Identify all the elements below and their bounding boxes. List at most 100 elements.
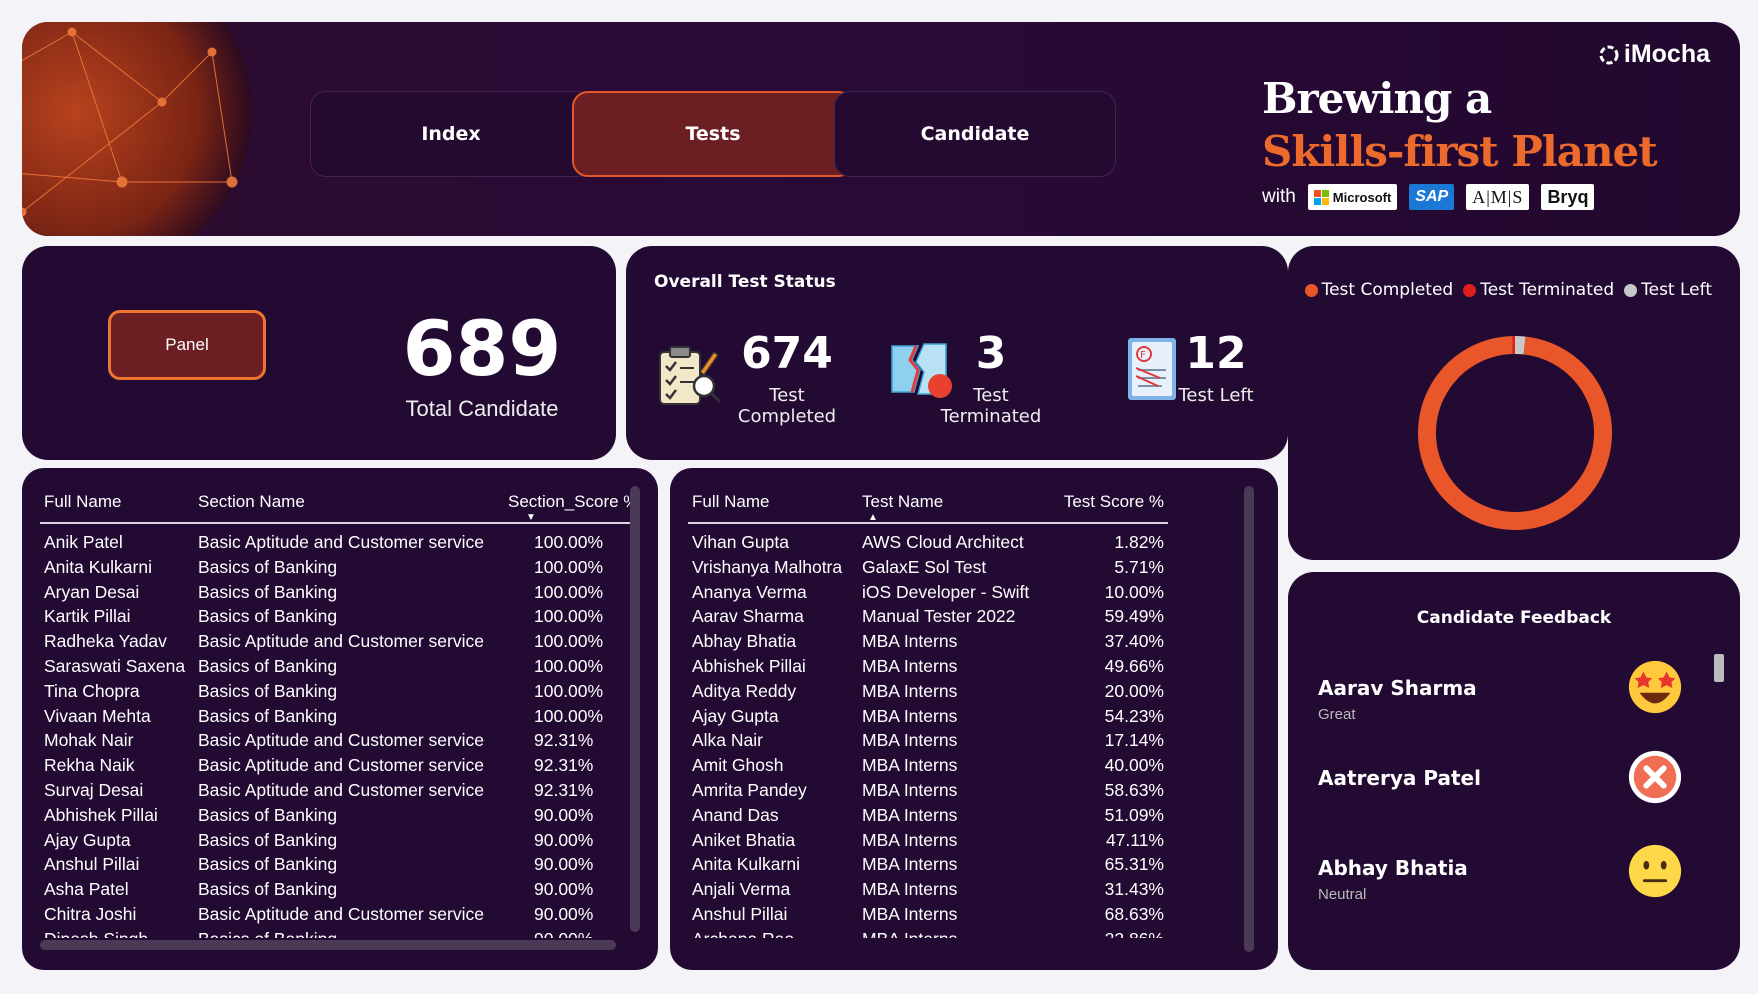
vertical-scrollbar[interactable] xyxy=(1244,486,1254,952)
legend-item-terminated: Test Terminated xyxy=(1463,280,1614,300)
table-row[interactable]: Anjali Verma MBA Interns 31.43% xyxy=(688,877,1168,902)
table-cell: Aditya Reddy xyxy=(692,680,797,701)
table-cell: Anita Kulkarni xyxy=(692,854,800,875)
table-row[interactable]: Abhishek Pillai MBA Interns 49.66% xyxy=(688,654,1168,679)
table-cell: Mohak Nair xyxy=(44,730,134,751)
table-row[interactable]: Aryan Desai Basics of Banking 100.00% xyxy=(40,580,634,605)
col-section-name[interactable]: Section Name xyxy=(198,492,305,512)
table-cell: Ajay Gupta xyxy=(692,705,779,726)
feedback-name: Aatrerya Patel xyxy=(1318,766,1481,790)
table-cell: Basics of Banking xyxy=(198,929,337,938)
table-row[interactable]: Anand Das MBA Interns 51.09% xyxy=(688,803,1168,828)
sort-asc-icon[interactable]: ▲ xyxy=(868,512,878,523)
test-status-donut-chart[interactable] xyxy=(1410,328,1620,538)
table-row[interactable]: Saraswati Saxena Basics of Banking 100.00% xyxy=(40,654,634,679)
panel-button[interactable]: Panel xyxy=(108,310,266,380)
table-row[interactable]: Ajay Gupta Basics of Banking 90.00% xyxy=(40,828,634,853)
partner-microsoft: Microsoft xyxy=(1307,184,1398,210)
table-row[interactable]: Ajay Gupta MBA Interns 54.23% xyxy=(688,704,1168,729)
table-cell: Asha Patel xyxy=(44,879,129,900)
table-row[interactable]: Anik Patel Basic Aptitude and Customer se… xyxy=(40,530,634,555)
table-row[interactable]: Vihan Gupta AWS Cloud Architect 1.82% xyxy=(688,530,1168,555)
table-cell: Anik Patel xyxy=(44,532,123,552)
legend-dot-icon xyxy=(1304,283,1318,297)
tab-tests[interactable]: Tests xyxy=(572,91,854,177)
table-row[interactable]: Mohak Nair Basic Aptitude and Customer se… xyxy=(40,728,634,753)
chart-legend: Test Completed Test Terminated Test Left xyxy=(1304,280,1712,300)
table-cell: Archana Rao xyxy=(692,929,794,938)
table-row[interactable]: Archana Rao MBA Interns 22.86% xyxy=(688,927,1168,938)
table-row[interactable]: Radheka Yadav Basic Aptitude and Customer… xyxy=(40,629,634,654)
col-full-name[interactable]: Full Name xyxy=(44,492,121,512)
table-row[interactable]: Tina Chopra Basics of Banking 100.00% xyxy=(40,679,634,704)
col-full-name[interactable]: Full Name xyxy=(692,492,769,512)
col-test-name[interactable]: Test Name xyxy=(862,492,943,512)
table-cell: 65.31% xyxy=(1104,854,1164,875)
table-body: Anik Patel Basic Aptitude and Customer se… xyxy=(40,530,634,938)
table-row[interactable]: Amrita Pandey MBA Interns 58.63% xyxy=(688,778,1168,803)
star-eyes-emoji-icon xyxy=(1628,660,1682,714)
table-row[interactable]: Anshul Pillai Basics of Banking 90.00% xyxy=(40,852,634,877)
feedback-sub: Neutral xyxy=(1318,886,1367,903)
sort-desc-icon[interactable]: ▼ xyxy=(526,512,536,523)
table-cell: Survaj Desai xyxy=(44,779,144,800)
vertical-scrollbar[interactable] xyxy=(630,486,640,932)
horizontal-scrollbar[interactable] xyxy=(40,940,616,950)
table-cell: 51.09% xyxy=(1104,804,1164,825)
table-cell: Basics of Banking xyxy=(198,804,338,825)
table-cell: Abhishek Pillai xyxy=(44,804,158,825)
table-cell: Basics of Banking xyxy=(198,581,338,602)
table-cell: 1.82% xyxy=(1114,532,1164,552)
table-cell: MBA Interns xyxy=(862,804,958,825)
clipboard-checklist-icon xyxy=(659,346,722,405)
feedback-name: Aarav Sharma xyxy=(1318,676,1477,700)
table-row[interactable]: Aarav Sharma Manual Tester 2022 59.49% xyxy=(688,604,1168,629)
table-cell: Anjali Verma xyxy=(692,879,791,900)
feedback-scrollbar[interactable] xyxy=(1714,654,1724,682)
table-row[interactable]: Vrishanya Malhotra GalaxE Sol Test 5.71% xyxy=(688,555,1168,580)
total-candidate-value: 689 xyxy=(402,304,562,393)
table-cell: Abhay Bhatia xyxy=(692,631,797,652)
table-row[interactable]: Rekha Naik Basic Aptitude and Customer se… xyxy=(40,753,634,778)
table-cell: 68.63% xyxy=(1104,903,1164,924)
table-row[interactable]: Abhay Bhatia MBA Interns 37.40% xyxy=(688,629,1168,654)
table-row[interactable]: Aniket Bhatia MBA Interns 47.11% xyxy=(688,828,1168,853)
table-cell: 92.31% xyxy=(534,755,594,776)
tab-candidate[interactable]: Candidate xyxy=(834,91,1116,177)
imocha-logo-icon xyxy=(1599,45,1619,64)
table-row[interactable]: Survaj Desai Basic Aptitude and Customer … xyxy=(40,778,634,803)
table-cell: 92.31% xyxy=(534,779,594,800)
table-cell: Anshul Pillai xyxy=(692,903,788,924)
table-row[interactable]: Alka Nair MBA Interns 17.14% xyxy=(688,728,1168,753)
table-cell: MBA Interns xyxy=(862,829,958,850)
col-test-score[interactable]: Test Score % xyxy=(1064,492,1164,512)
partners-row: with Microsoft SAP A|M|S Bryq xyxy=(1262,184,1595,210)
col-section-score[interactable]: Section_Score % xyxy=(508,492,634,512)
table-row[interactable]: Anshul Pillai MBA Interns 68.63% xyxy=(688,902,1168,927)
table-row[interactable]: Chitra Joshi Basic Aptitude and Customer … xyxy=(40,902,634,927)
table-row[interactable]: Aditya Reddy MBA Interns 20.00% xyxy=(688,679,1168,704)
feedback-sub: Great xyxy=(1318,706,1356,723)
donut-slice-test-completed[interactable] xyxy=(1418,336,1612,530)
table-row[interactable]: Abhishek Pillai Basics of Banking 90.00% xyxy=(40,803,634,828)
table-cell: 47.11% xyxy=(1105,829,1164,850)
test-score-table: Full Name Test Name Test Score % ▲ Vihan… xyxy=(670,468,1278,970)
tab-index[interactable]: Index xyxy=(310,91,592,177)
donut-slice-test-left[interactable] xyxy=(1514,336,1526,355)
table-cell: GalaxE Sol Test xyxy=(862,556,987,577)
table-row[interactable]: Asha Patel Basics of Banking 90.00% xyxy=(40,877,634,902)
table-row[interactable]: Kartik Pillai Basics of Banking 100.00% xyxy=(40,604,634,629)
table-row[interactable]: Vivaan Mehta Basics of Banking 100.00% xyxy=(40,704,634,729)
table-row[interactable]: Ananya Verma iOS Developer - Swift 10.00% xyxy=(688,580,1168,605)
table-row[interactable]: Anita Kulkarni MBA Interns 65.31% xyxy=(688,852,1168,877)
total-candidate-label: Total Candidate xyxy=(405,396,559,421)
table-cell: Basic Aptitude and Customer service xyxy=(198,779,484,800)
table-cell: MBA Interns xyxy=(862,680,958,701)
table-row[interactable]: Dinesh Singh Basics of Banking 90.00% xyxy=(40,927,634,938)
table-cell: AWS Cloud Architect xyxy=(862,532,1024,552)
table-cell: Basics of Banking xyxy=(198,854,338,875)
table-cell: Basics of Banking xyxy=(198,705,338,726)
table-row[interactable]: Amit Ghosh MBA Interns 40.00% xyxy=(688,753,1168,778)
cross-icon xyxy=(1628,750,1682,804)
table-row[interactable]: Anita Kulkarni Basics of Banking 100.00% xyxy=(40,555,634,580)
